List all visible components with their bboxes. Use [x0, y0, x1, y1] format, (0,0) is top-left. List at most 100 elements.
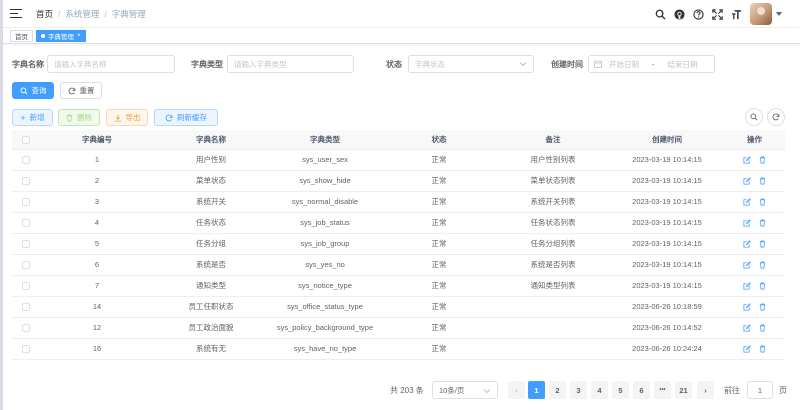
- edit-icon[interactable]: [742, 218, 752, 228]
- dict-type-link[interactable]: sys_notice_type: [268, 275, 382, 297]
- page-button[interactable]: 21: [675, 381, 692, 399]
- tag-home[interactable]: 首页: [10, 29, 33, 42]
- create-time-cell: 2023-06-26 10:18:59: [610, 296, 724, 318]
- breadcrumb-current: 字典管理: [111, 8, 146, 19]
- fullscreen-icon[interactable]: [712, 8, 723, 20]
- table-row: 12 员工政治面貌 sys_policy_background_type 正常 2023…: [12, 317, 785, 339]
- calendar-icon: [594, 60, 602, 68]
- edit-icon[interactable]: [742, 239, 752, 249]
- delete-icon[interactable]: [758, 323, 768, 333]
- edit-icon[interactable]: [742, 323, 752, 333]
- row-checkbox[interactable]: [22, 324, 30, 332]
- create-time-cell: 2023-03-19 10:14:15: [610, 254, 724, 276]
- refresh-cache-button[interactable]: 刷新缓存: [154, 109, 218, 126]
- add-button[interactable]: + 新增: [12, 109, 53, 126]
- status-placeholder: 字典状态: [415, 59, 445, 69]
- edit-icon[interactable]: [742, 155, 752, 165]
- breadcrumb-home[interactable]: 首页: [36, 8, 53, 20]
- column-header: 状态: [382, 130, 496, 150]
- remark-cell: [496, 317, 610, 339]
- delete-button[interactable]: 删除: [58, 109, 100, 126]
- dict-type-link[interactable]: sys_user_sex: [268, 149, 382, 171]
- dict-name-input[interactable]: 请输入字典名称: [47, 55, 175, 73]
- delete-icon[interactable]: [758, 239, 768, 249]
- edit-icon[interactable]: [742, 302, 752, 312]
- date-separator: -: [652, 59, 655, 69]
- row-checkbox[interactable]: [22, 156, 30, 164]
- dict-type-input[interactable]: 请输入字典类型: [227, 55, 354, 73]
- page-button[interactable]: 6: [633, 381, 650, 399]
- dict-type-link[interactable]: sys_yes_no: [268, 254, 382, 276]
- row-checkbox[interactable]: [22, 177, 30, 185]
- page-button[interactable]: 5: [612, 381, 629, 399]
- actions-cell: [724, 275, 785, 297]
- status-cell: 正常: [382, 275, 496, 297]
- dict-type-link[interactable]: sys_normal_disable: [268, 191, 382, 213]
- page-size-select[interactable]: 10条/页: [432, 381, 498, 399]
- page-button[interactable]: 3: [570, 381, 587, 399]
- page-button[interactable]: 2: [549, 381, 566, 399]
- dict-type-link[interactable]: sys_have_no_type: [268, 338, 382, 360]
- delete-icon[interactable]: [758, 218, 768, 228]
- export-button[interactable]: 导出: [106, 109, 148, 126]
- tag-dict-management[interactable]: 字典管理 ×: [36, 29, 86, 42]
- dict-id-cell: 7: [40, 275, 154, 297]
- row-checkbox[interactable]: [22, 219, 30, 227]
- font-size-icon[interactable]: [731, 9, 742, 20]
- create-time-range[interactable]: 开始日期 - 结束日期: [588, 55, 715, 73]
- avatar[interactable]: [750, 3, 772, 25]
- question-icon[interactable]: [693, 8, 704, 20]
- page-button[interactable]: 4: [591, 381, 608, 399]
- close-icon[interactable]: ×: [77, 32, 81, 39]
- github-icon[interactable]: [674, 8, 685, 20]
- toggle-search-button[interactable]: [745, 108, 763, 126]
- goto-page-input[interactable]: 1: [747, 381, 773, 399]
- row-checkbox[interactable]: [22, 345, 30, 353]
- table-header-row: 字典编号 字典名称 字典类型 状态 备注 创建时间 操作: [12, 130, 785, 150]
- delete-icon[interactable]: [758, 302, 768, 312]
- delete-icon[interactable]: [758, 176, 768, 186]
- dict-type-link[interactable]: sys_job_group: [268, 233, 382, 255]
- delete-icon[interactable]: [758, 155, 768, 165]
- chevron-down-icon: [483, 389, 491, 394]
- page-ellipsis-button[interactable]: •••: [654, 381, 671, 399]
- delete-icon[interactable]: [758, 197, 768, 207]
- tag-label: 首页: [15, 33, 28, 41]
- dict-type-link[interactable]: sys_job_status: [268, 212, 382, 234]
- row-checkbox[interactable]: [22, 282, 30, 290]
- edit-icon[interactable]: [742, 260, 752, 270]
- edit-icon[interactable]: [742, 344, 752, 354]
- status-cell: 正常: [382, 212, 496, 234]
- select-all-cell: [12, 130, 40, 150]
- table-row: 5 任务分组 sys_job_group 正常 任务分组列表 2023-03-19 10:…: [12, 233, 785, 255]
- select-all-checkbox[interactable]: [22, 135, 30, 144]
- refresh-table-button[interactable]: [767, 108, 785, 126]
- edit-icon[interactable]: [742, 281, 752, 291]
- breadcrumb-system: 系统管理: [65, 8, 100, 19]
- status-cell: 正常: [382, 317, 496, 339]
- dict-type-link[interactable]: sys_show_hide: [268, 170, 382, 192]
- delete-icon[interactable]: [758, 281, 768, 291]
- row-checkbox[interactable]: [22, 198, 30, 206]
- dict-type-link[interactable]: sys_office_status_type: [268, 296, 382, 318]
- status-select[interactable]: 字典状态: [408, 55, 534, 73]
- edit-icon[interactable]: [742, 197, 752, 207]
- search-button[interactable]: 查询: [12, 82, 54, 99]
- row-checkbox[interactable]: [22, 240, 30, 248]
- row-checkbox[interactable]: [22, 303, 30, 311]
- page-button[interactable]: 1: [528, 381, 545, 399]
- chevron-down-icon[interactable]: [776, 12, 782, 16]
- delete-icon[interactable]: [758, 344, 768, 354]
- dict-name-placeholder: 请输入字典名称: [54, 59, 107, 69]
- delete-icon[interactable]: [758, 260, 768, 270]
- row-select-cell: [12, 149, 40, 171]
- create-time-cell: 2023-06-26 10:14:52: [610, 317, 724, 339]
- reset-button[interactable]: 重置: [60, 82, 102, 99]
- prev-page-button[interactable]: ‹: [508, 381, 525, 399]
- hamburger-icon[interactable]: [10, 8, 22, 19]
- dict-type-link[interactable]: sys_policy_background_type: [268, 317, 382, 339]
- edit-icon[interactable]: [742, 176, 752, 186]
- next-page-button[interactable]: ›: [697, 381, 714, 399]
- row-checkbox[interactable]: [22, 261, 30, 269]
- search-icon[interactable]: [655, 9, 666, 20]
